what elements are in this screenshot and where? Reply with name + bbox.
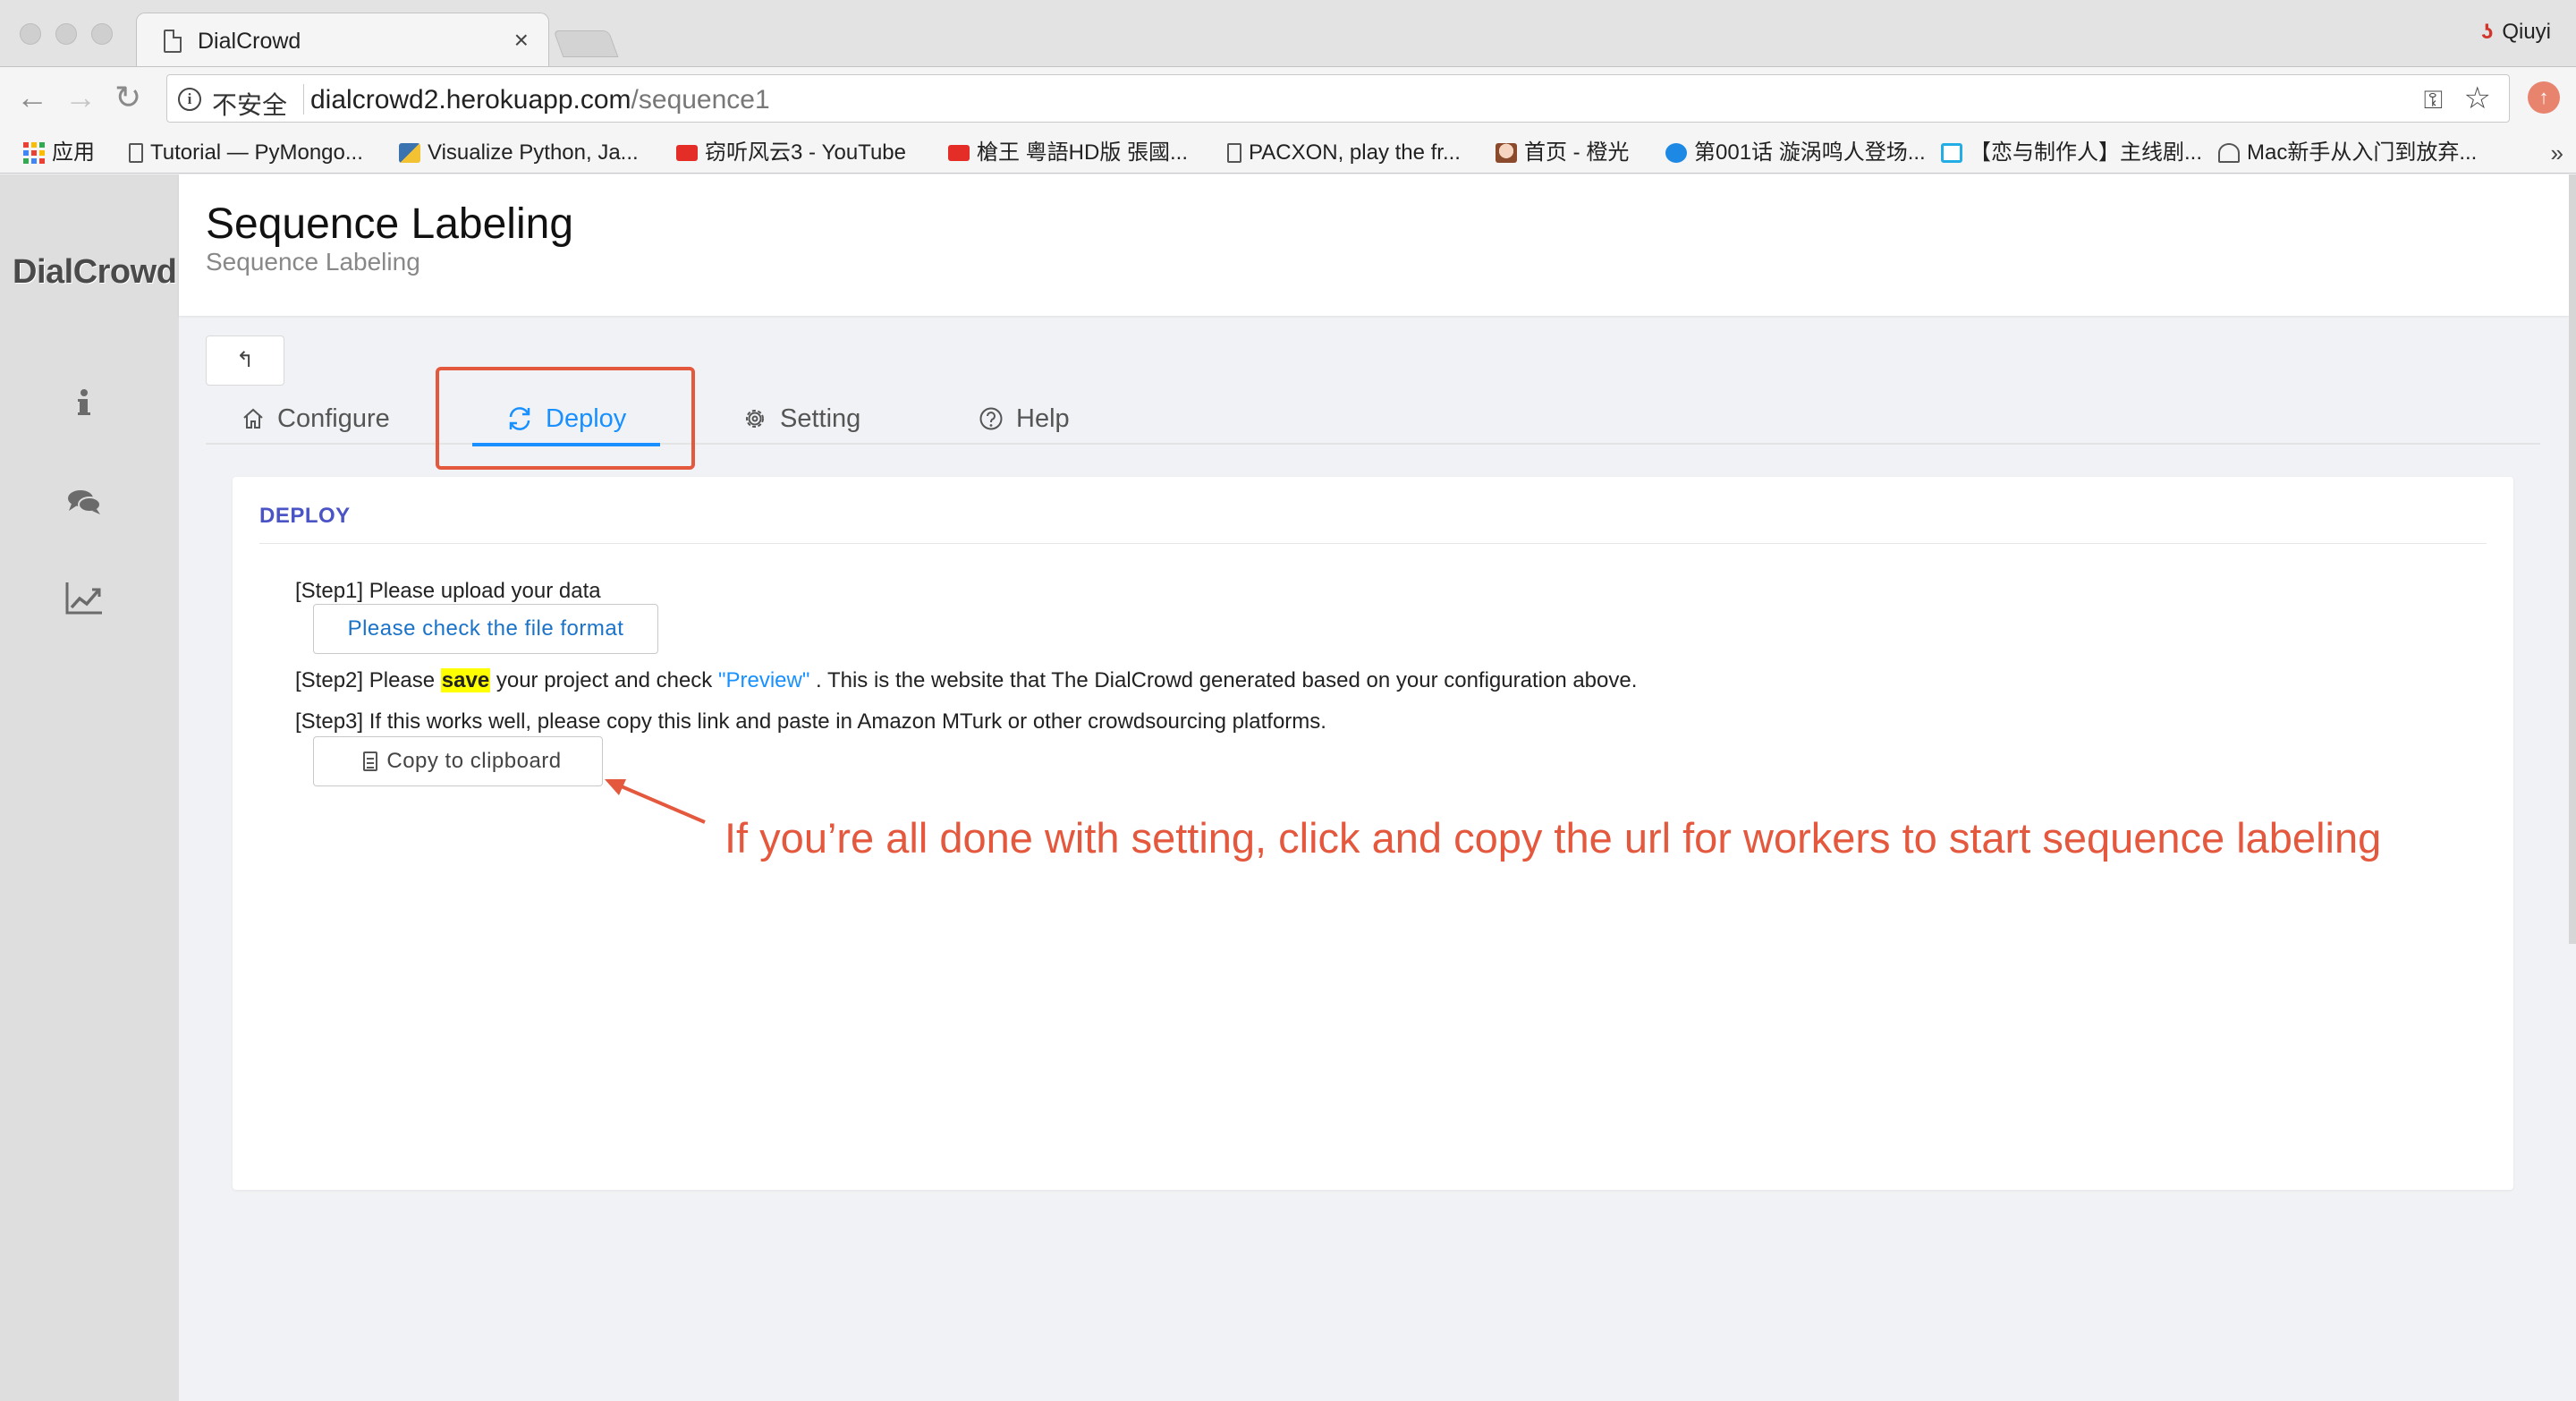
app-container: DialCrowd Sequence Labeling Sequence Lab… (0, 174, 2576, 1401)
window-minimize-button[interactable] (55, 23, 77, 45)
address-divider (303, 84, 304, 115)
security-label[interactable]: 不安全 (212, 86, 287, 122)
python-icon (399, 143, 420, 163)
document-icon (164, 30, 182, 53)
sidebar: DialCrowd (0, 174, 179, 1401)
bookmark-item[interactable]: 第001话 漩涡鸣人登场... (1665, 132, 1926, 174)
tab-close-button[interactable]: × (514, 26, 529, 55)
section-heading: DEPLOY (259, 504, 351, 528)
youtube-icon (948, 145, 970, 161)
annotation-text: If you’re all done with setting, click a… (724, 814, 2382, 862)
page-scrollbar[interactable] (2569, 174, 2576, 944)
profile-name: Qiuyi (2502, 20, 2551, 44)
climber-icon (2218, 143, 2240, 163)
step1-text: [Step1] Please upload your data (295, 579, 601, 603)
back-button[interactable]: ↰ (206, 335, 284, 386)
browser-toolbar: ← → ↻ i 不安全 dialcrowd2.herokuapp.com/seq… (0, 66, 2576, 132)
video-play-icon (1665, 143, 1687, 163)
bookmarks-bar: 应用 Tutorial — PyMongo... Visualize Pytho… (0, 132, 2576, 174)
youtube-icon (676, 145, 698, 161)
window-zoom-button[interactable] (91, 23, 113, 45)
document-icon (1227, 143, 1241, 163)
back-arrow-icon[interactable]: ← (16, 80, 48, 115)
url-host: dialcrowd2.herokuapp.com (310, 85, 631, 115)
browser-tab-strip: DialCrowd × ʖ Qiuyi (0, 0, 2576, 67)
update-icon[interactable]: ↑ (2528, 81, 2560, 114)
url-text[interactable]: dialcrowd2.herokuapp.com/sequence1 (310, 85, 770, 115)
address-bar[interactable]: i 不安全 dialcrowd2.herokuapp.com/sequence1… (166, 74, 2510, 123)
save-highlight: save (440, 668, 491, 692)
comments-icon[interactable] (63, 480, 106, 523)
star-icon[interactable]: ☆ (2464, 81, 2491, 116)
copy-to-clipboard-button[interactable]: Copy to clipboard (313, 736, 603, 786)
deploy-tab-highlight (436, 367, 695, 470)
browser-tab-title: DialCrowd (198, 29, 301, 54)
bookmark-item[interactable]: 槍王 粵語HD版 張國... (948, 132, 1188, 174)
document-icon (129, 143, 143, 163)
bookmark-item[interactable]: Tutorial — PyMongo... (129, 132, 363, 174)
page-title: Sequence Labeling (206, 200, 574, 248)
annotation-arrow-icon (605, 779, 706, 824)
page-header: Sequence Labeling Sequence Labeling (179, 174, 2569, 316)
profile-button[interactable]: ʖ Qiuyi (2481, 20, 2551, 45)
info-icon[interactable] (63, 382, 106, 425)
forward-arrow-icon[interactable]: → (64, 80, 97, 115)
reload-icon[interactable]: ↻ (114, 80, 141, 115)
bookmark-item[interactable]: Mac新手从入门到放弃... (2218, 132, 2477, 174)
bookmark-item[interactable]: PACXON, play the fr... (1227, 132, 1461, 174)
question-circle-icon (979, 407, 1003, 430)
bookmark-item[interactable]: Visualize Python, Ja... (399, 132, 639, 174)
bookmark-apps[interactable]: 应用 (23, 132, 95, 174)
apps-grid-icon (23, 142, 45, 164)
bookmarks-overflow-button[interactable]: » (2551, 140, 2563, 167)
page-subtitle: Sequence Labeling (206, 248, 420, 276)
bookmark-item[interactable]: 首页 - 橙光 (1496, 132, 1629, 174)
check-file-format-button[interactable]: Please check the file format (313, 604, 658, 654)
step3-text: [Step3] If this works well, please copy … (295, 709, 1326, 734)
copy-icon (363, 751, 378, 771)
url-path: /sequence1 (631, 85, 770, 115)
profile-icon: ʖ (2480, 20, 2494, 44)
window-close-button[interactable] (20, 23, 41, 45)
preview-link[interactable]: "Preview" (718, 668, 809, 692)
bookmark-item[interactable]: 窃听风云3 - YouTube (676, 132, 906, 174)
new-tab-button[interactable] (553, 30, 619, 57)
step2-text: [Step2] Please save your project and che… (295, 668, 1638, 692)
anime-avatar-icon (1496, 143, 1517, 163)
line-chart-icon[interactable] (63, 577, 106, 620)
tab-help[interactable]: Help (979, 393, 1070, 445)
key-icon[interactable]: ⚿ (2424, 86, 2443, 115)
home-icon (243, 408, 263, 429)
section-divider (259, 543, 2487, 544)
browser-tab[interactable]: DialCrowd × (136, 13, 549, 67)
logo: DialCrowd (13, 253, 177, 291)
gear-icon (746, 410, 764, 428)
tab-setting[interactable]: Setting (742, 393, 860, 445)
bilibili-icon (1941, 143, 1962, 163)
tab-configure[interactable]: Configure (242, 393, 390, 445)
info-icon[interactable]: i (178, 88, 201, 111)
bookmark-item[interactable]: 【恋与制作人】主线剧... (1941, 132, 2202, 174)
